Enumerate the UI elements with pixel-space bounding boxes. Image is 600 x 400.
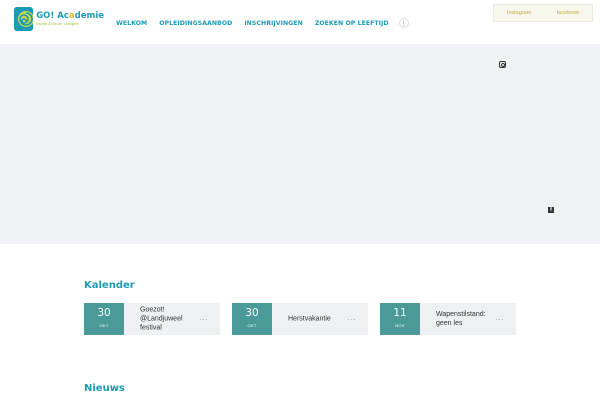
- social-links-top: Instagram facebook: [493, 4, 593, 22]
- logo-title: GO! Academie: [36, 12, 104, 21]
- main-nav: WELKOM OPLEIDINGSAANBOD INSCHRIJVINGEN Z…: [116, 18, 409, 28]
- event-more-link[interactable]: ...: [496, 316, 504, 322]
- event-title[interactable]: Goezot! @Landjuweel festival: [140, 306, 202, 333]
- nav-item-opleidingsaanbod[interactable]: OPLEIDINGSAANBOD: [159, 20, 232, 27]
- event-date: 11 NOV: [380, 303, 420, 335]
- event-day: 11: [393, 307, 407, 319]
- more-menu-icon[interactable]: ⋮: [398, 18, 409, 28]
- site-header: GO! Academie Muziek & Woord ·Ledegem WEL…: [0, 0, 600, 44]
- calendar-event[interactable]: 11 NOV Wapenstilstand: geen les ...: [380, 303, 516, 335]
- facebook-icon[interactable]: f: [548, 207, 554, 213]
- instagram-link[interactable]: Instagram: [507, 10, 531, 16]
- event-title[interactable]: Herstvakantie: [288, 315, 350, 324]
- instagram-icon[interactable]: [499, 61, 506, 68]
- snail-logo-icon: [14, 7, 34, 31]
- event-day: 30: [245, 307, 259, 319]
- site-logo[interactable]: GO! Academie Muziek & Woord ·Ledegem: [14, 6, 104, 32]
- event-title[interactable]: Wapenstilstand: geen les: [436, 310, 498, 328]
- event-body: Goezot! @Landjuweel festival ...: [124, 303, 220, 335]
- news-title: Nieuws: [84, 383, 125, 394]
- calendar-event[interactable]: 30 OKT Goezot! @Landjuweel festival ...: [84, 303, 220, 335]
- calendar-event[interactable]: 30 OKT Herstvakantie ...: [232, 303, 368, 335]
- event-more-link[interactable]: ...: [200, 316, 208, 322]
- event-month: OKT: [247, 322, 257, 328]
- event-day: 30: [97, 307, 111, 319]
- nav-item-zoeken-op-leeftijd[interactable]: ZOEKEN OP LEEFTIJD: [315, 20, 389, 27]
- event-month: OKT: [99, 322, 109, 328]
- logo-text: GO! Academie Muziek & Woord ·Ledegem: [36, 12, 104, 26]
- calendar-title: Kalender: [84, 280, 135, 291]
- event-date: 30 OKT: [84, 303, 124, 335]
- nav-item-welkom[interactable]: WELKOM: [116, 20, 147, 27]
- page: GO! Academie Muziek & Woord ·Ledegem WEL…: [0, 0, 600, 400]
- hero-banner: f: [0, 44, 600, 244]
- logo-title-part2: demie: [74, 11, 104, 21]
- logo-subtitle: Muziek & Woord ·Ledegem: [36, 21, 79, 26]
- nav-item-inschrijvingen[interactable]: INSCHRIJVINGEN: [244, 20, 302, 27]
- facebook-link[interactable]: facebook: [557, 10, 579, 16]
- logo-title-part1: GO! Ac: [36, 11, 69, 21]
- event-date: 30 OKT: [232, 303, 272, 335]
- event-body: Wapenstilstand: geen les ...: [420, 303, 516, 335]
- event-more-link[interactable]: ...: [348, 316, 356, 322]
- event-month: NOV: [395, 322, 405, 328]
- event-body: Herstvakantie ...: [272, 303, 368, 335]
